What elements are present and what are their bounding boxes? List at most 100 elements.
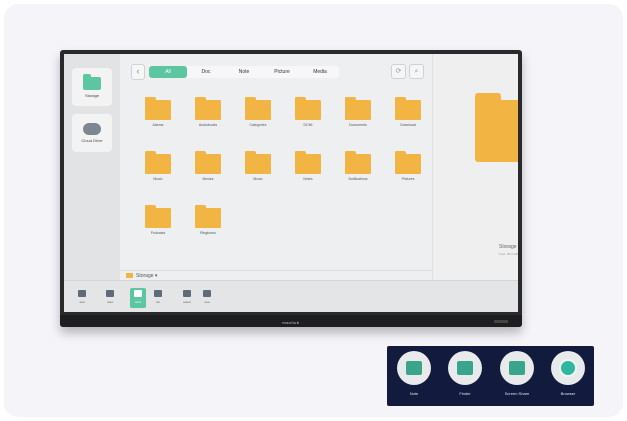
toolbar-button-label: load xyxy=(107,300,113,304)
toolbar-button-select[interactable]: select xyxy=(179,288,195,308)
search-button[interactable]: ⌕ xyxy=(409,64,424,79)
dock-icon-background xyxy=(448,351,482,385)
folder-item[interactable]: Ringtones xyxy=(183,204,233,246)
folder-icon xyxy=(195,205,221,228)
preview-pane: Storage Free: 98.0 GB xyxy=(432,54,518,280)
app-dock: Note Finder Screen Share Browser xyxy=(387,346,594,406)
tab-media[interactable]: Media xyxy=(301,66,339,78)
toolbar-button-label: Grid xyxy=(135,300,141,304)
folder-item[interactable]: Pictures xyxy=(383,150,433,192)
sidebar-item-cloud-drive[interactable]: Cloud Drive xyxy=(72,114,112,152)
filter-tabs: All Doc Note Picture Media xyxy=(149,66,339,78)
folder-item[interactable]: Movies xyxy=(183,150,233,192)
folder-item[interactable]: Categories xyxy=(233,96,283,138)
back-button[interactable]: ‹ xyxy=(131,64,145,80)
tab-all[interactable]: All xyxy=(149,66,187,78)
sidebar-item-label: Storage xyxy=(84,92,99,98)
dock-item-finder[interactable]: Finder xyxy=(444,351,486,403)
folder-name: Pictures xyxy=(401,177,415,181)
toolbar-button-new[interactable]: new xyxy=(199,288,215,308)
cloud-icon xyxy=(83,123,101,135)
folder-icon xyxy=(145,97,171,120)
folder-icon xyxy=(83,73,101,90)
folder-icon xyxy=(145,151,171,174)
browser-icon xyxy=(559,359,577,377)
folder-item[interactable]: Documents xyxy=(333,96,383,138)
folder-icon xyxy=(345,151,371,174)
folder-name: Music xyxy=(153,177,163,181)
path-label: Storage xyxy=(136,273,154,279)
folder-name: Categories xyxy=(249,123,267,127)
folder-item[interactable]: Notifications xyxy=(333,150,383,192)
sidebar-item-label: Cloud Drive xyxy=(81,138,103,143)
folder-icon xyxy=(395,97,421,120)
folder-name: Download xyxy=(400,123,416,127)
folder-icon xyxy=(195,151,221,174)
folder-preview-icon xyxy=(475,93,518,162)
dock-item-label: Screen Share xyxy=(504,391,530,396)
toolbar-button-add[interactable]: add xyxy=(74,288,90,308)
toolbar-button-grid[interactable]: Grid xyxy=(130,288,146,308)
preview-title: Storage xyxy=(499,244,517,250)
folder-icon xyxy=(145,205,171,228)
folder-icon xyxy=(245,151,271,174)
list-icon xyxy=(154,290,162,297)
preview-subtitle: Free: 98.0 GB xyxy=(499,252,518,256)
file-manager-screen: Storage Cloud Drive ‹ All Doc Note Pictu… xyxy=(64,54,518,312)
toolbar-button-load[interactable]: load xyxy=(102,288,118,308)
folder-item[interactable]: DCIM xyxy=(283,96,333,138)
folder-name: Music xyxy=(253,177,263,181)
folder-item[interactable]: Podcasts xyxy=(133,204,183,246)
folder-name: Alarms xyxy=(152,123,164,127)
folder-item[interactable]: Download xyxy=(383,96,433,138)
toolbar-button-label: list xyxy=(156,300,160,304)
sidebar-item-storage[interactable]: Storage xyxy=(72,68,112,106)
tab-doc[interactable]: Doc xyxy=(187,66,225,78)
refresh-button[interactable]: ⟳ xyxy=(391,64,406,79)
select-icon xyxy=(183,290,191,297)
folder-item[interactable]: Music xyxy=(133,150,183,192)
folder-item[interactable]: Music xyxy=(233,150,283,192)
new-folder-icon xyxy=(203,290,211,297)
folder-name: Movies xyxy=(202,177,214,181)
bottom-toolbar: add load Grid list select new xyxy=(64,280,518,312)
finder-icon xyxy=(457,361,473,375)
dock-icon-background xyxy=(397,351,431,385)
folder-icon xyxy=(395,151,421,174)
dock-item-label: Note xyxy=(409,391,419,396)
folder-icon xyxy=(345,97,371,120)
file-browser: ‹ All Doc Note Picture Media ⟳ ⌕ Alarms A… xyxy=(120,54,432,280)
dock-item-note[interactable]: Note xyxy=(393,351,435,403)
folder-name: Notes xyxy=(303,177,313,181)
folder-item[interactable]: Alarms xyxy=(133,96,183,138)
folder-name: Notifications xyxy=(348,177,368,181)
dock-icon-background xyxy=(551,351,585,385)
note-icon xyxy=(406,361,422,375)
folder-name: DCIM xyxy=(303,123,313,127)
folder-icon xyxy=(245,97,271,120)
folder-name: Ringtones xyxy=(200,231,216,235)
chevron-down-icon: ▾ xyxy=(154,273,158,279)
power-indicator xyxy=(494,320,508,323)
folder-icon xyxy=(295,97,321,120)
folder-item[interactable]: Audiobooks xyxy=(183,96,233,138)
dock-item-label: Browser xyxy=(560,391,576,396)
folder-icon xyxy=(295,151,321,174)
tab-note[interactable]: Note xyxy=(225,66,263,78)
dock-item-screen-share[interactable]: Screen Share xyxy=(496,351,538,403)
toolbar-button-label: select xyxy=(183,300,191,304)
folder-name: Audiobooks xyxy=(198,123,218,127)
toolbar-button-label: add xyxy=(79,300,85,304)
brand-logo: maxhub xyxy=(282,320,300,325)
folder-item[interactable]: Notes xyxy=(283,150,333,192)
screen-share-icon xyxy=(509,361,525,375)
folder-icon xyxy=(78,290,86,297)
doc-icon xyxy=(106,290,114,297)
refresh-icon: ⟳ xyxy=(395,68,402,75)
dock-item-browser[interactable]: Browser xyxy=(547,351,589,403)
tab-picture[interactable]: Picture xyxy=(263,66,301,78)
search-icon: ⌕ xyxy=(414,68,419,75)
dock-icon-background xyxy=(500,351,534,385)
toolbar-button-list[interactable]: list xyxy=(150,288,166,308)
folder-name: Podcasts xyxy=(150,231,166,235)
